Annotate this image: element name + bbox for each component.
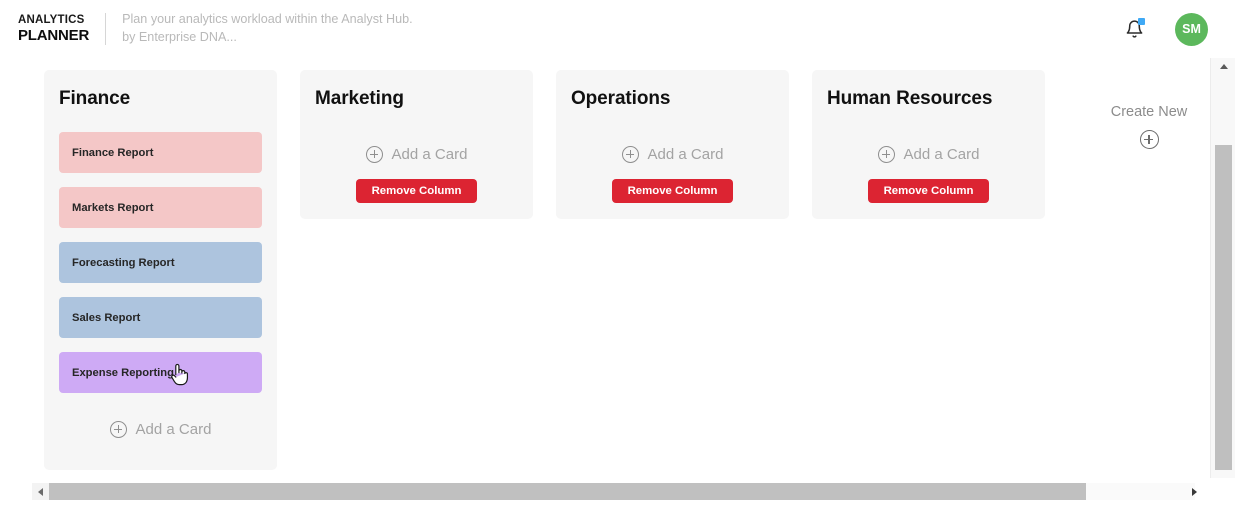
column-title: Operations <box>571 88 671 109</box>
triangle-left-icon <box>38 487 43 496</box>
header-actions: SM <box>1119 0 1235 58</box>
scroll-up-button[interactable] <box>1211 58 1235 75</box>
notifications-button[interactable] <box>1119 14 1149 44</box>
vertical-scrollbar-thumb[interactable] <box>1215 145 1232 470</box>
add-card-label: Add a Card <box>391 146 468 163</box>
board-card[interactable]: Forecasting Report <box>59 242 262 283</box>
user-avatar[interactable]: SM <box>1175 12 1208 46</box>
scroll-right-button[interactable] <box>1186 483 1203 500</box>
column-title: Human Resources <box>827 88 993 109</box>
board-card[interactable]: Expense Reporting <box>59 352 262 393</box>
plus-circle-icon <box>877 146 895 163</box>
board-card[interactable]: Markets Report <box>59 187 262 228</box>
remove-column-button[interactable]: Remove Column <box>355 179 478 203</box>
board-column-marketing: Marketing Add a Card Remove Column <box>300 70 533 219</box>
column-title: Finance <box>59 88 131 109</box>
board-columns-container: Finance Finance Report Markets Report Fo… <box>0 58 1210 470</box>
board-viewport: Finance Finance Report Markets Report Fo… <box>0 58 1210 478</box>
horizontal-scrollbar-thumb[interactable] <box>48 483 1086 500</box>
board-card[interactable]: Finance Report <box>59 132 262 173</box>
plus-circle-icon <box>109 421 127 438</box>
tagline-line-2: by Enterprise DNA... <box>122 30 237 44</box>
logo-text-analytics: ANALYTICS <box>18 14 85 27</box>
create-new-label: Create New <box>1110 104 1188 120</box>
plus-circle-icon <box>1139 130 1159 149</box>
plus-circle-icon <box>621 146 639 163</box>
create-new-column-button[interactable]: Create New <box>1089 104 1209 149</box>
header-divider <box>105 13 107 45</box>
column-title: Marketing <box>315 88 404 109</box>
card-label: Forecasting Report <box>72 256 175 269</box>
tagline-line-1: Plan your analytics workload within the … <box>122 12 413 27</box>
remove-column-button[interactable]: Remove Column <box>611 179 734 203</box>
logo-text-planner: PLANNER <box>18 26 90 44</box>
triangle-right-icon <box>1192 487 1197 496</box>
add-card-button[interactable]: Add a Card <box>315 146 518 163</box>
board-column-operations: Operations Add a Card Remove Column <box>556 70 789 219</box>
horizontal-scrollbar[interactable] <box>0 478 1210 505</box>
card-label: Sales Report <box>72 311 141 324</box>
add-card-label: Add a Card <box>135 421 212 438</box>
add-card-button[interactable]: Add a Card <box>571 146 774 163</box>
notification-badge <box>1138 18 1145 25</box>
add-card-button[interactable]: Add a Card <box>59 421 262 438</box>
board-card[interactable]: Sales Report <box>59 297 262 338</box>
card-label: Finance Report <box>72 146 154 159</box>
add-card-label: Add a Card <box>903 146 980 163</box>
triangle-up-icon <box>1219 64 1228 69</box>
board-column-finance: Finance Finance Report Markets Report Fo… <box>44 70 277 470</box>
scroll-left-button[interactable] <box>32 483 49 500</box>
card-label: Expense Reporting <box>72 366 174 379</box>
card-label: Markets Report <box>72 201 154 214</box>
add-card-button[interactable]: Add a Card <box>827 146 1030 163</box>
plus-circle-icon <box>365 146 383 163</box>
scrollbar-corner <box>1210 478 1235 505</box>
board-column-human-resources: Human Resources Add a Card Remove Column <box>812 70 1045 219</box>
header-tagline: Plan your analytics workload within the … <box>122 11 413 47</box>
remove-column-button[interactable]: Remove Column <box>867 179 990 203</box>
app-logo[interactable]: ANALYTICS PLANNER <box>18 15 89 43</box>
add-card-label: Add a Card <box>647 146 724 163</box>
app-header: ANALYTICS PLANNER Plan your analytics wo… <box>0 0 1235 58</box>
vertical-scrollbar[interactable] <box>1210 58 1235 478</box>
